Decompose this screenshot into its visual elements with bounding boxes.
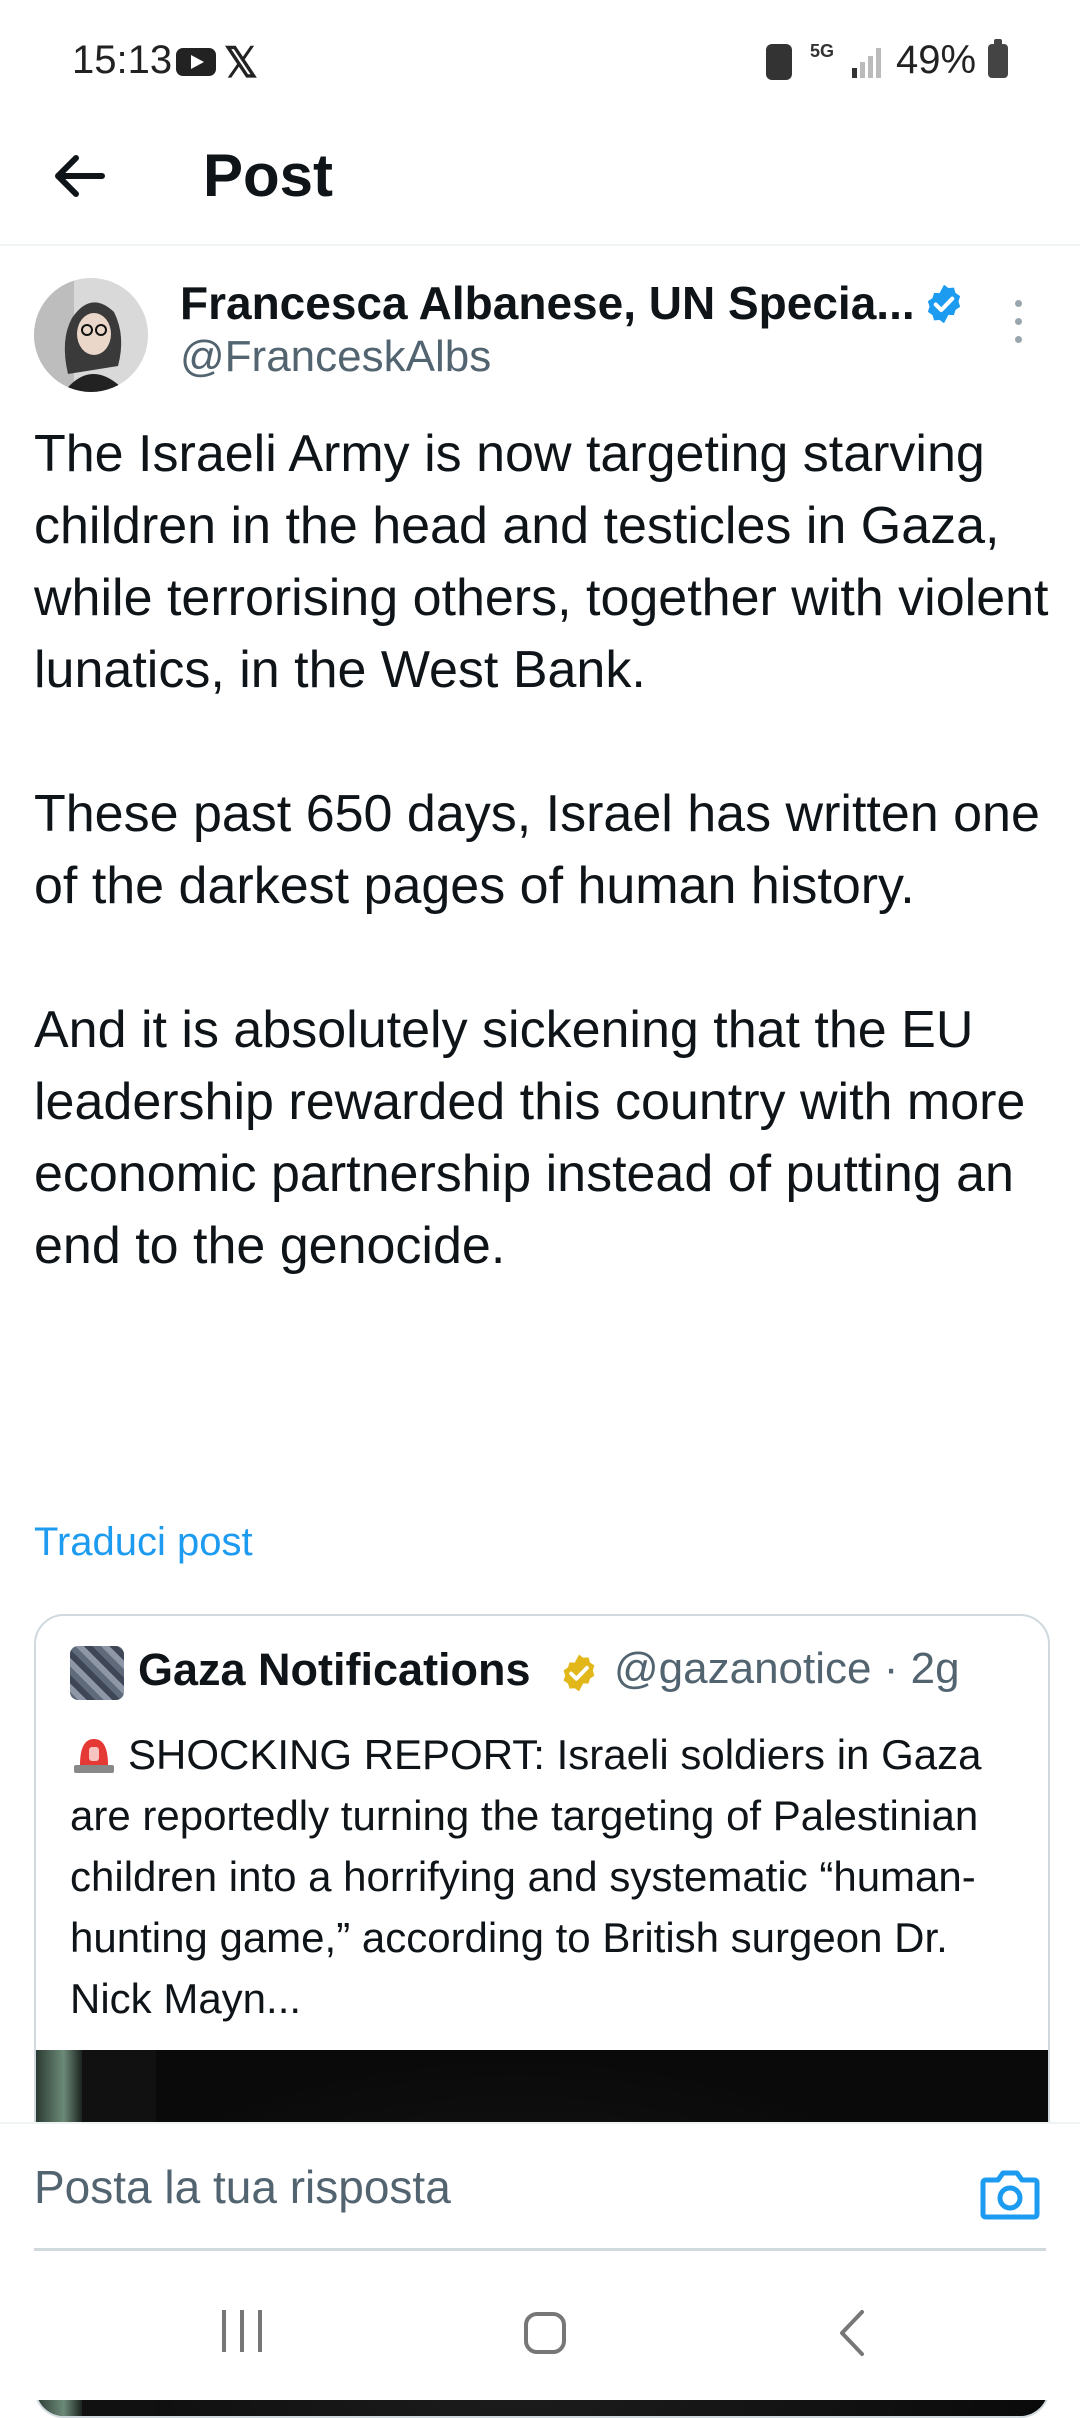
divider bbox=[34, 2248, 1046, 2251]
home-icon[interactable] bbox=[524, 2312, 566, 2354]
reply-input[interactable]: Posta la tua risposta bbox=[34, 2160, 451, 2214]
post-paragraph: These past 650 days, Israel has written … bbox=[34, 785, 1040, 915]
app-header: Post bbox=[0, 120, 1080, 246]
quoted-post-body: SHOCKING REPORT: Israeli soldiers in Gaz… bbox=[70, 1731, 982, 2022]
post-paragraph: And it is absolutely sickening that the … bbox=[34, 1001, 1026, 1275]
quoted-author-avatar bbox=[70, 1646, 124, 1700]
quoted-author-name: Gaza Notifications bbox=[138, 1644, 531, 1695]
system-nav-bar bbox=[0, 2252, 1080, 2400]
siren-emoji-icon bbox=[74, 1739, 114, 1773]
post-body: The Israeli Army is now targeting starvi… bbox=[34, 418, 1054, 1282]
youtube-icon bbox=[176, 48, 216, 76]
quoted-post-text: SHOCKING REPORT: Israeli soldiers in Gaz… bbox=[70, 1724, 1020, 2029]
camera-icon[interactable] bbox=[980, 2168, 1040, 2220]
back-arrow-icon[interactable] bbox=[44, 140, 116, 212]
battery-saver-icon bbox=[766, 44, 792, 80]
author-name[interactable]: Francesca Albanese, UN Specia... bbox=[180, 276, 915, 330]
more-options-icon[interactable] bbox=[1010, 300, 1026, 346]
page-title: Post bbox=[203, 142, 334, 209]
post-paragraph: The Israeli Army is now targeting starvi… bbox=[34, 425, 1049, 699]
gold-verified-badge-icon bbox=[563, 1654, 595, 1692]
signal-icon bbox=[852, 46, 886, 78]
author-handle[interactable]: @FranceskAlbs bbox=[180, 332, 491, 382]
translate-post-link[interactable]: Traduci post bbox=[34, 1520, 253, 1565]
x-icon: 𝕏 bbox=[224, 39, 258, 86]
status-time: 15:13 bbox=[72, 38, 173, 82]
status-bar: 15:13 𝕏 5G 49% bbox=[0, 0, 1080, 120]
reply-bar: Posta la tua risposta bbox=[0, 2122, 1080, 2254]
network-type: 5G bbox=[810, 41, 835, 61]
verified-badge-icon bbox=[927, 284, 961, 324]
battery-percent: 49% bbox=[896, 38, 977, 82]
recent-apps-icon[interactable] bbox=[222, 2310, 266, 2354]
nav-back-icon[interactable] bbox=[832, 2308, 872, 2358]
quoted-handle-time: @gazanotice · 2g bbox=[614, 1644, 960, 1693]
battery-icon bbox=[988, 39, 1008, 78]
author-avatar[interactable] bbox=[34, 278, 148, 392]
